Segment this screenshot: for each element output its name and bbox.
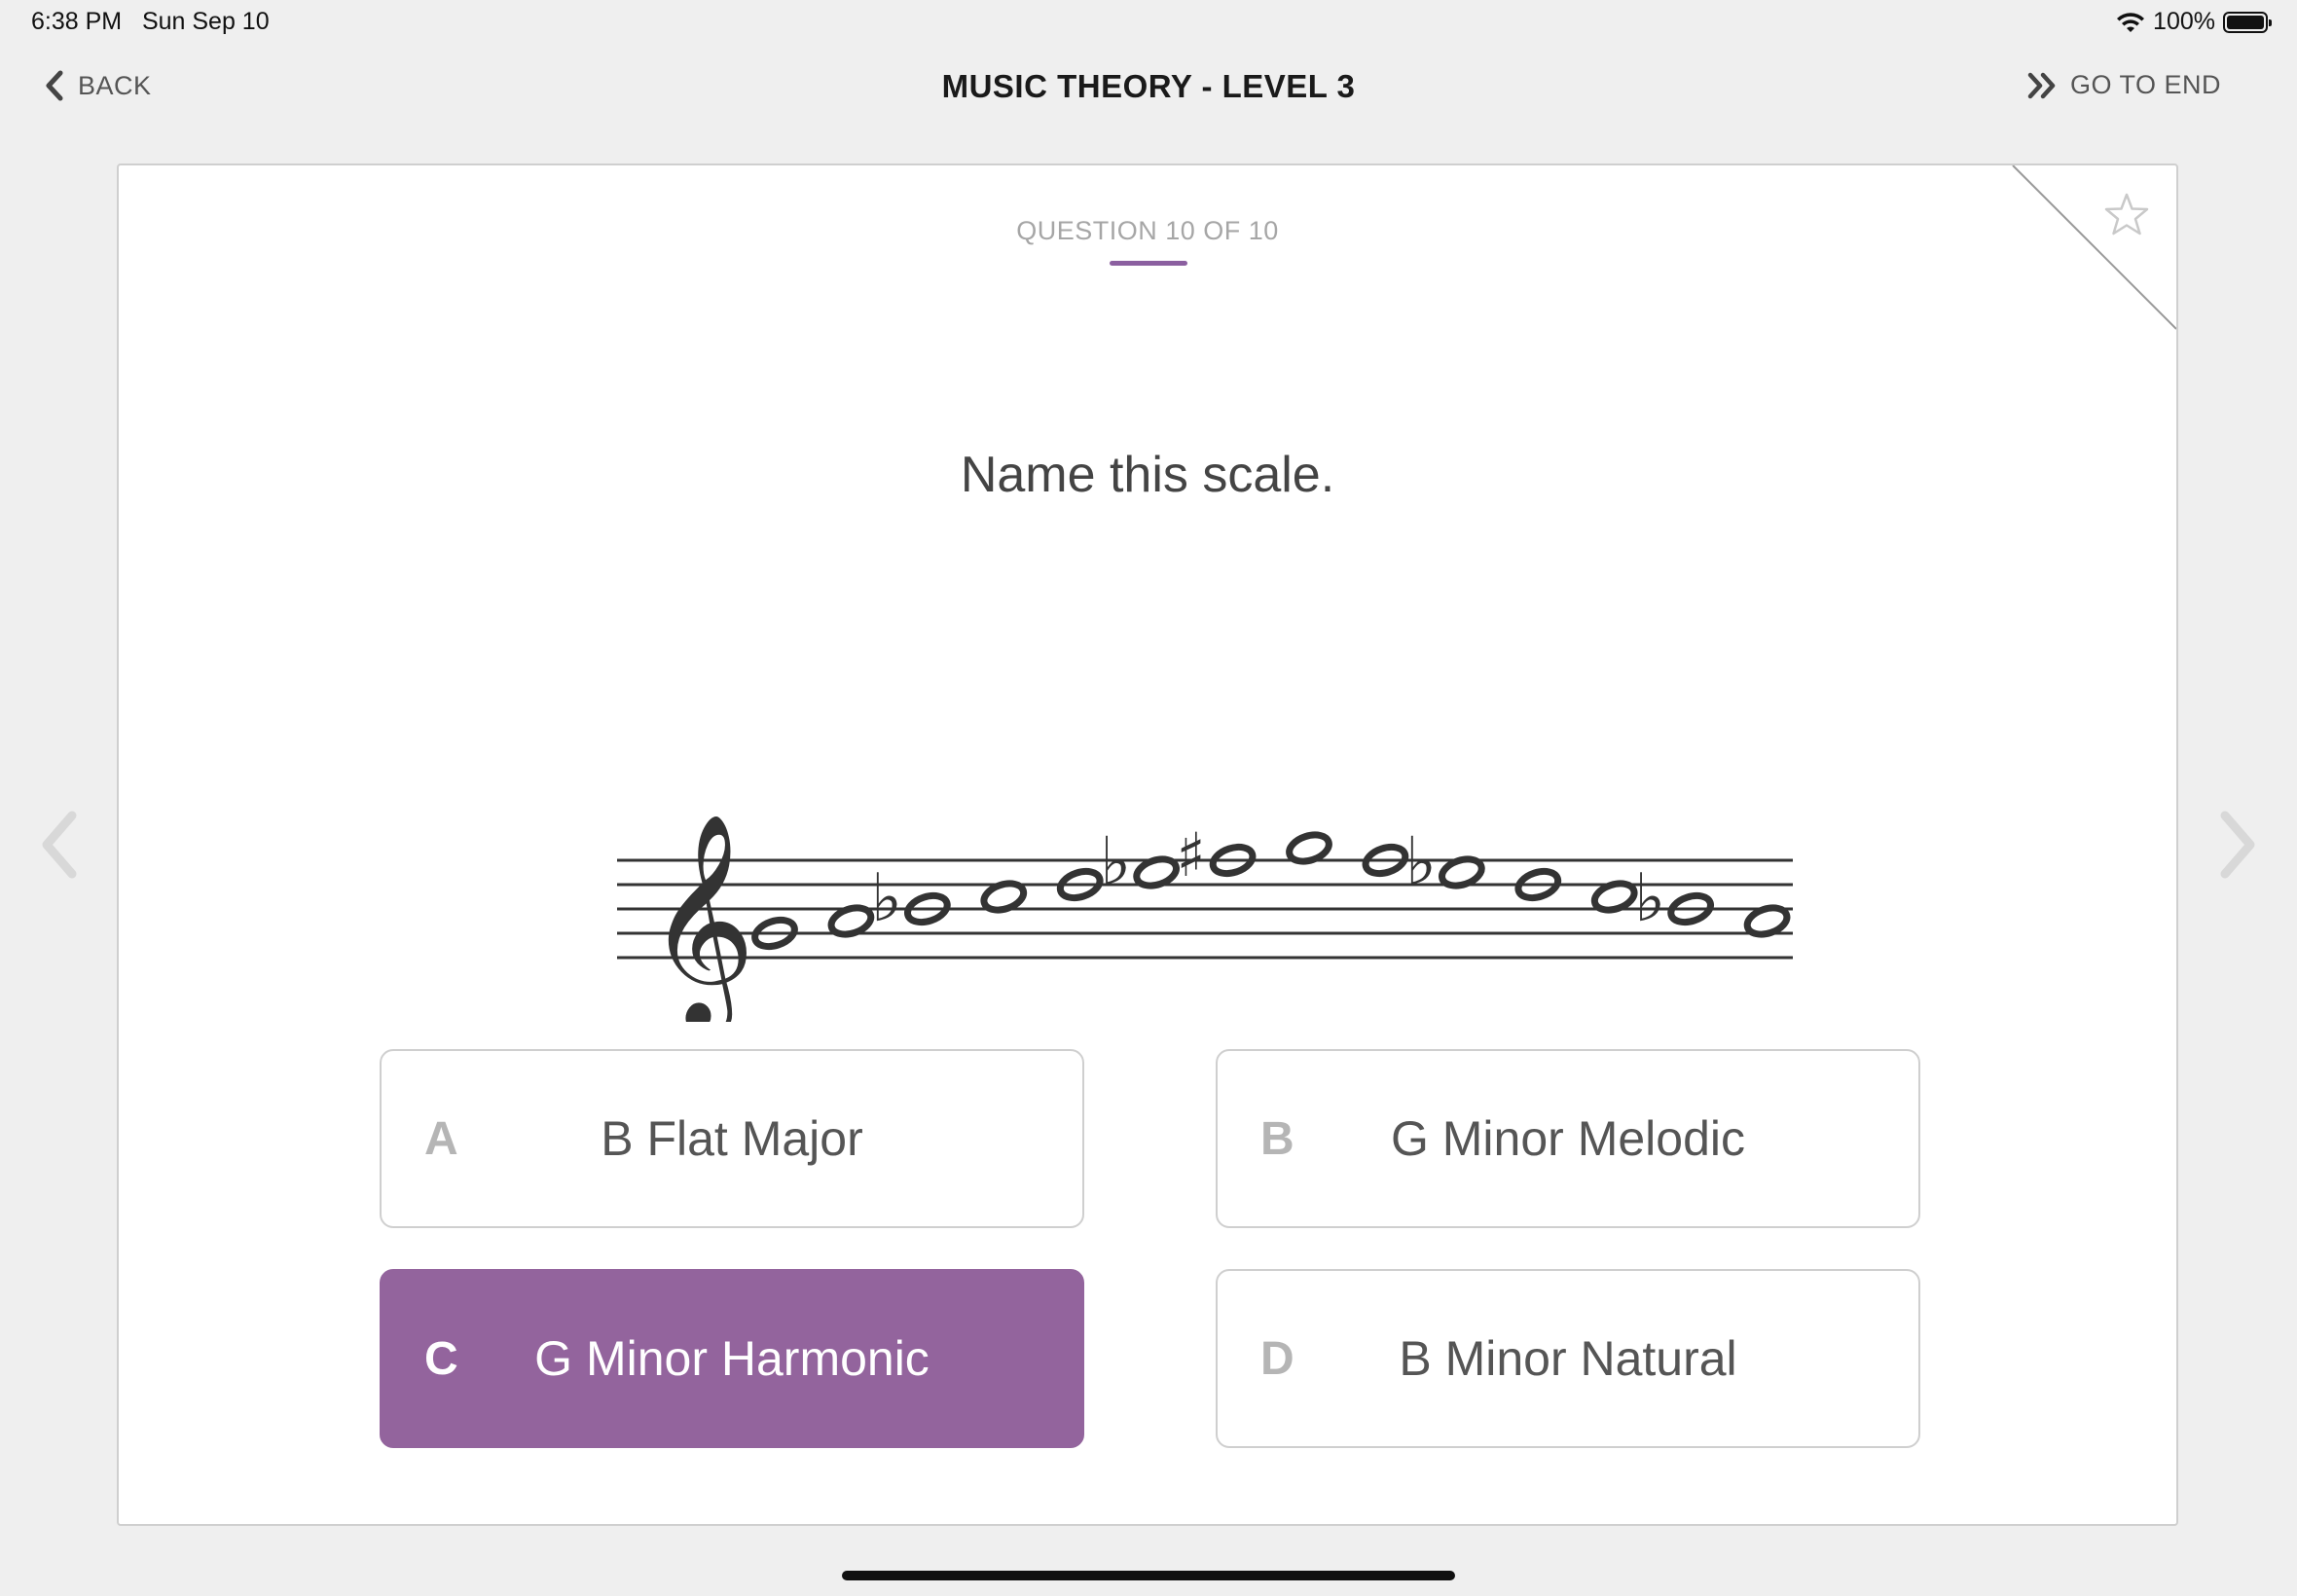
status-time-text: 6:38 PM: [31, 8, 123, 35]
flat-sign-icon: ♭: [1405, 824, 1437, 901]
status-indicators: 100%: [2116, 8, 2272, 36]
question-card: QUESTION 10 OF 10 Name this scale. 𝄞 ♭ ♭ ♯ ♭…: [117, 163, 2178, 1526]
flat-sign-icon: ♭: [1100, 824, 1131, 901]
answer-a-button[interactable]: A B Flat Major: [380, 1049, 1084, 1228]
flat-sign-icon: ♭: [1634, 860, 1665, 937]
question-prompt: Name this scale.: [960, 447, 1335, 503]
scale-note: ♭: [871, 860, 951, 937]
battery-icon: [2223, 11, 2272, 33]
question-counter: QUESTION 10 OF 10: [1016, 216, 1279, 245]
status-time: 6:38 PM Sun Sep 10: [31, 8, 270, 36]
answer-label: G Minor Melodic: [1391, 1111, 1745, 1166]
answer-label: B Minor Natural: [1399, 1331, 1737, 1386]
scale-note: ♭: [1634, 860, 1714, 937]
status-date-text: Sun Sep 10: [141, 8, 270, 35]
home-indicator: [842, 1571, 1455, 1580]
answer-d-button[interactable]: D B Minor Natural: [1216, 1269, 1920, 1448]
question-underline: [1110, 261, 1187, 266]
prev-arrow-icon[interactable]: [35, 810, 84, 880]
scale-note: ♭: [1405, 824, 1485, 901]
answer-c-button[interactable]: C G Minor Harmonic: [380, 1269, 1084, 1448]
next-arrow-icon[interactable]: [2213, 810, 2262, 880]
corner-fold: [2012, 165, 2176, 330]
battery-percent: 100%: [2153, 8, 2215, 35]
answer-b-button[interactable]: B G Minor Melodic: [1216, 1049, 1920, 1228]
sharp-sign-icon: ♯: [1177, 819, 1206, 890]
scale-note: ♭: [1100, 824, 1180, 901]
go-to-end-button[interactable]: GO TO END: [2027, 70, 2221, 100]
go-to-end-icon: [2027, 72, 2056, 98]
go-to-end-label: GO TO END: [2069, 70, 2221, 99]
music-staff: 𝄞 ♭ ♭ ♯ ♭ ♭: [617, 812, 1793, 1022]
treble-clef-icon: 𝄞: [646, 812, 755, 1022]
wifi-icon: [2117, 12, 2145, 32]
page-title: MUSIC THEORY - LEVEL 3: [941, 68, 1356, 104]
answer-label: B Flat Major: [601, 1111, 863, 1166]
flat-sign-icon: ♭: [871, 860, 902, 937]
scale-note: ♯: [1177, 819, 1257, 890]
answer-label: G Minor Harmonic: [534, 1331, 930, 1386]
